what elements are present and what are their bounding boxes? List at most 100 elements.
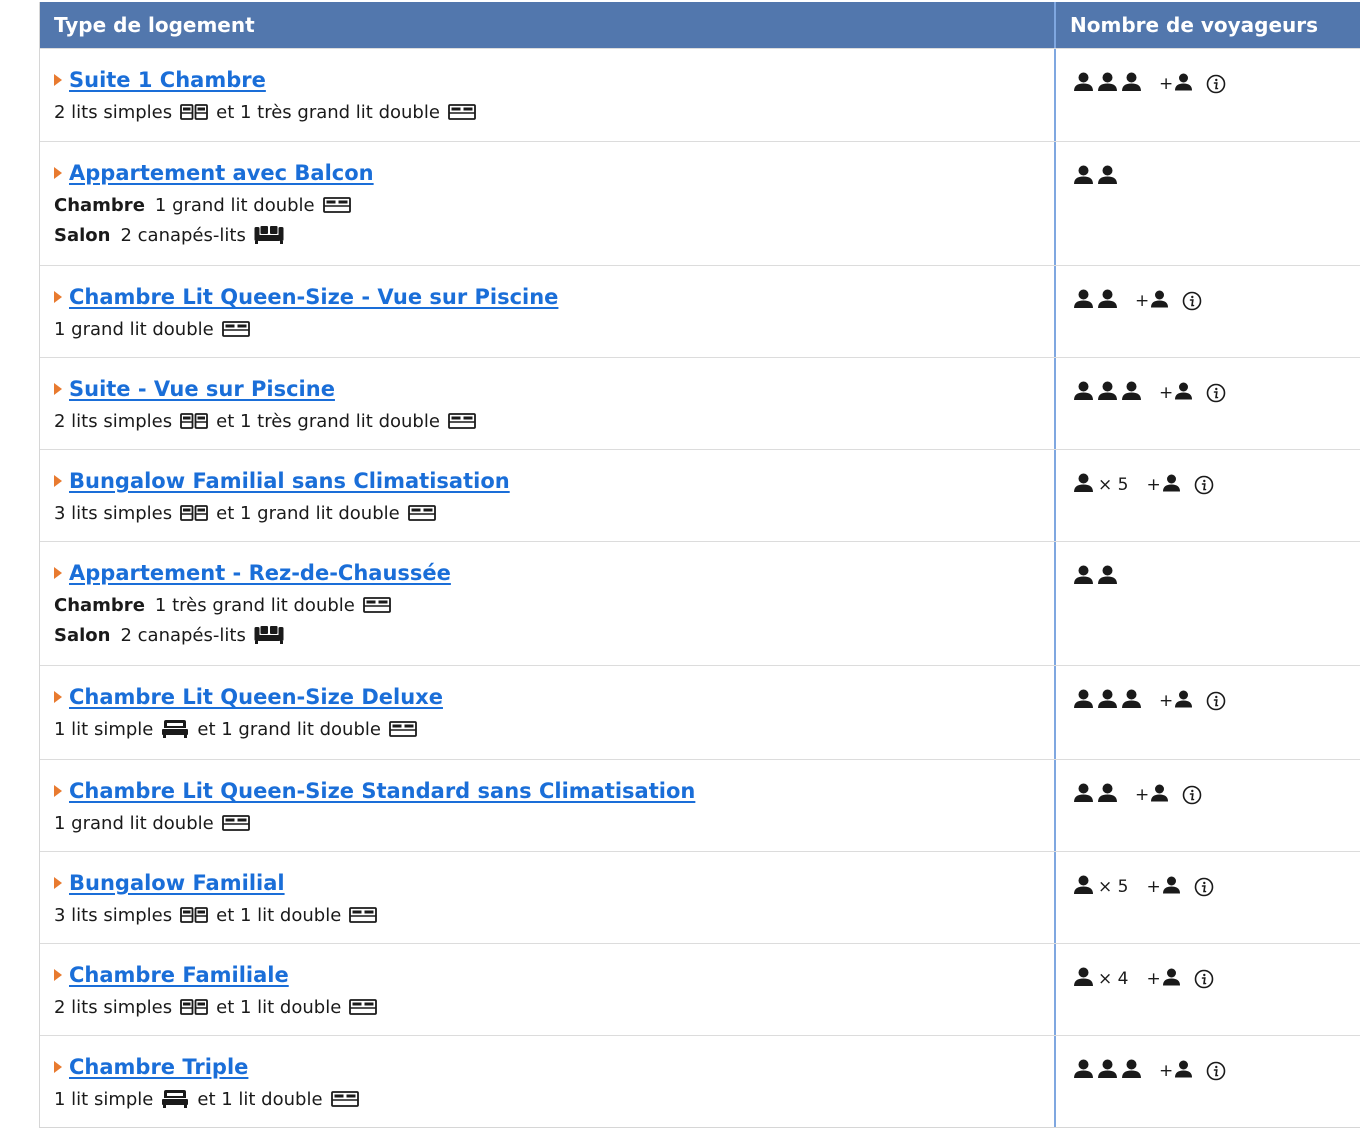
- table-row: Suite 1 Chambre 2 lits simples et 1 très …: [40, 48, 1360, 141]
- person-icon: [1097, 72, 1118, 96]
- table-row: Chambre Familiale 2 lits simples et 1 lit…: [40, 943, 1360, 1035]
- room-name-link[interactable]: Bungalow Familial sans Climatisation: [69, 469, 510, 493]
- expand-triangle-icon[interactable]: [54, 475, 62, 487]
- info-icon[interactable]: [1206, 383, 1226, 403]
- single-bed-icon: [161, 1089, 189, 1109]
- guests-cell: × 4 +: [1056, 944, 1360, 1035]
- expand-triangle-icon[interactable]: [54, 969, 62, 981]
- table-row: Bungalow Familial sans Climatisation 3 l…: [40, 449, 1360, 541]
- room-title-line: Bungalow Familial: [54, 868, 1040, 898]
- expand-triangle-icon[interactable]: [54, 167, 62, 179]
- person-icon: [1073, 967, 1094, 991]
- room-type-cell: Chambre Lit Queen-Size Standard sans Cli…: [40, 760, 1056, 851]
- room-type-cell: Suite - Vue sur Piscine 2 lits simples et…: [40, 358, 1056, 449]
- info-icon[interactable]: [1194, 969, 1214, 989]
- bed-description: 2 lits simples: [54, 410, 173, 432]
- double-bed-icon: [389, 721, 417, 737]
- occupancy: +: [1073, 783, 1202, 807]
- room-name-link[interactable]: Chambre Lit Queen-Size - Vue sur Piscine: [69, 285, 558, 309]
- bed-description: 1 lit simple: [54, 718, 154, 740]
- person-icon: [1097, 1059, 1118, 1083]
- expand-triangle-icon[interactable]: [54, 785, 62, 797]
- guests-cell: [1056, 542, 1360, 665]
- twin-beds-icon: [180, 505, 209, 521]
- guests-cell: +: [1056, 666, 1360, 759]
- guests-cell: +: [1056, 358, 1360, 449]
- room-name-link[interactable]: Bungalow Familial: [69, 871, 285, 895]
- room-name-link[interactable]: Chambre Familiale: [69, 963, 289, 987]
- info-icon[interactable]: [1206, 691, 1226, 711]
- expand-triangle-icon[interactable]: [54, 1061, 62, 1073]
- double-bed-icon: [221, 815, 250, 831]
- double-bed-icon: [349, 999, 378, 1015]
- occupancy: +: [1073, 289, 1202, 312]
- bed-config-line: 2 lits simples et 1 très grand lit double: [54, 99, 1040, 125]
- table-row: Chambre Lit Queen-Size Deluxe 1 lit simp…: [40, 665, 1360, 759]
- expand-triangle-icon[interactable]: [54, 383, 62, 395]
- bed-config-line: 1 grand lit double: [54, 316, 1040, 342]
- room-title-line: Appartement avec Balcon: [54, 158, 1040, 188]
- expand-triangle-icon[interactable]: [54, 74, 62, 86]
- bed-room-label: Salon: [54, 224, 111, 246]
- double-bed-icon: [407, 505, 436, 521]
- person-icon: [1073, 783, 1094, 807]
- extra-person-icon: [1174, 382, 1193, 404]
- room-name-link[interactable]: Suite 1 Chambre: [69, 68, 266, 92]
- room-type-cell: Chambre Familiale 2 lits simples et 1 lit…: [40, 944, 1056, 1035]
- expand-triangle-icon[interactable]: [54, 567, 62, 579]
- bed-config-line: Chambre 1 grand lit double: [54, 192, 1040, 218]
- expand-triangle-icon[interactable]: [54, 877, 62, 889]
- expand-triangle-icon[interactable]: [54, 691, 62, 703]
- guests-cell: × 5 +: [1056, 450, 1360, 541]
- room-name-link[interactable]: Chambre Triple: [69, 1055, 248, 1079]
- table-body: Suite 1 Chambre 2 lits simples et 1 très …: [40, 48, 1360, 1127]
- extra-person-icon: [1174, 1060, 1193, 1082]
- person-icon: [1073, 165, 1094, 189]
- person-icon: [1073, 565, 1094, 589]
- twin-beds-icon: [180, 104, 209, 120]
- room-name-link[interactable]: Chambre Lit Queen-Size Deluxe: [69, 685, 443, 709]
- info-icon[interactable]: [1194, 877, 1214, 897]
- bed-config-line: 1 lit simple et 1 grand lit double: [54, 716, 1040, 742]
- extra-guest-plus: +: [1159, 74, 1174, 94]
- double-bed-icon: [322, 197, 351, 213]
- sofa-bed-icon: [254, 225, 284, 245]
- extra-person-icon: [1162, 474, 1181, 496]
- bed-description: 1 grand lit double: [154, 194, 315, 216]
- room-name-link[interactable]: Appartement - Rez-de-Chaussée: [69, 561, 451, 585]
- expand-triangle-icon[interactable]: [54, 291, 62, 303]
- guests-cell: +: [1056, 1036, 1360, 1127]
- table-header: Type de logement Nombre de voyageurs: [40, 2, 1360, 48]
- bed-room-label: Salon: [54, 624, 111, 646]
- table-row: Bungalow Familial 3 lits simples et 1 lit…: [40, 851, 1360, 943]
- double-bed-icon: [349, 907, 378, 923]
- extra-person-icon: [1150, 784, 1169, 806]
- guest-multiplier: × 5: [1098, 877, 1129, 897]
- room-type-cell: Bungalow Familial 3 lits simples et 1 lit…: [40, 852, 1056, 943]
- bed-description: 3 lits simples: [54, 502, 173, 524]
- info-icon[interactable]: [1194, 475, 1214, 495]
- info-icon[interactable]: [1206, 1061, 1226, 1081]
- info-icon[interactable]: [1182, 291, 1202, 311]
- occupancy: +: [1073, 381, 1226, 404]
- extra-guest-plus: +: [1159, 691, 1174, 711]
- occupancy: [1073, 165, 1121, 189]
- extra-person-icon: [1162, 968, 1181, 990]
- info-icon[interactable]: [1182, 785, 1202, 805]
- bed-description: et 1 lit double: [216, 904, 342, 926]
- bed-config-line: Salon 2 canapés-lits: [54, 622, 1040, 648]
- bed-config-line: 2 lits simples et 1 très grand lit double: [54, 408, 1040, 434]
- extra-guest-plus: +: [1146, 969, 1161, 989]
- room-name-link[interactable]: Suite - Vue sur Piscine: [69, 377, 335, 401]
- table-row: Chambre Lit Queen-Size Standard sans Cli…: [40, 759, 1360, 851]
- room-name-link[interactable]: Appartement avec Balcon: [69, 161, 374, 185]
- table-row: Appartement - Rez-de-Chaussée Chambre 1 t…: [40, 541, 1360, 665]
- extra-person-icon: [1174, 690, 1193, 712]
- room-title-line: Chambre Lit Queen-Size Standard sans Cli…: [54, 776, 1040, 806]
- person-icon: [1121, 72, 1142, 96]
- guest-multiplier: × 5: [1098, 475, 1129, 495]
- info-icon[interactable]: [1206, 74, 1226, 94]
- room-type-cell: Suite 1 Chambre 2 lits simples et 1 très …: [40, 49, 1056, 141]
- room-name-link[interactable]: Chambre Lit Queen-Size Standard sans Cli…: [69, 779, 695, 803]
- bed-description: et 1 grand lit double: [216, 502, 400, 524]
